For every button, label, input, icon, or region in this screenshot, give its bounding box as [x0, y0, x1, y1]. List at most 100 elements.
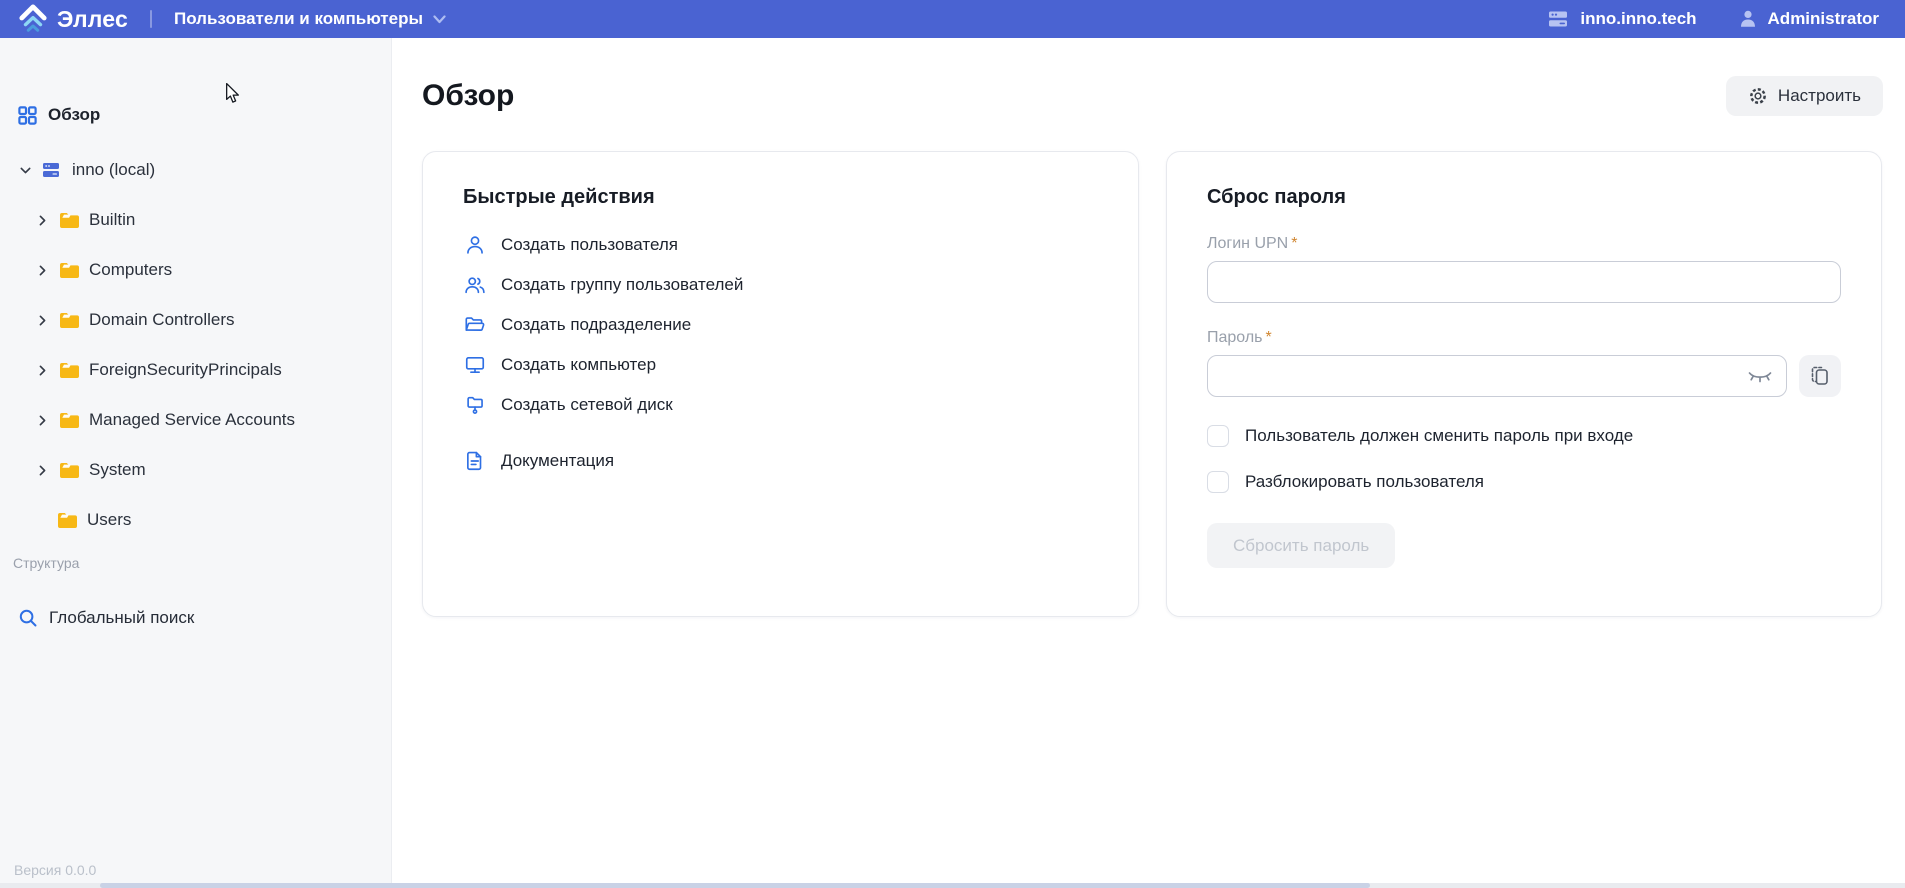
sidebar-item-system[interactable]: System	[0, 445, 391, 495]
quick-actions-title: Быстрые действия	[463, 186, 655, 208]
chevron-right-icon[interactable]	[35, 463, 50, 478]
domain-server-icon	[42, 162, 63, 178]
must-change-password-checkbox[interactable]	[1207, 425, 1229, 447]
unlock-user-checkbox[interactable]	[1207, 471, 1229, 493]
must-change-password-option[interactable]: Пользователь должен сменить пароль при в…	[1207, 425, 1841, 447]
network-drive-icon	[463, 394, 487, 416]
folder-icon	[57, 512, 78, 529]
chevron-right-icon[interactable]	[35, 263, 50, 278]
gear-icon	[1748, 86, 1768, 106]
folder-icon	[59, 212, 80, 229]
app-name: Эллес	[57, 5, 128, 32]
user-menu[interactable]: Administrator	[1739, 9, 1879, 29]
module-switcher[interactable]: Пользователи и компьютеры	[174, 9, 446, 29]
module-title: Пользователи и компьютеры	[174, 9, 423, 28]
create-user-group-action[interactable]: Создать группу пользователей	[463, 265, 1098, 305]
unlock-user-option[interactable]: Разблокировать пользователя	[1207, 471, 1841, 493]
sidebar: Обзор inno (local) Builtin Computers Dom…	[0, 38, 392, 888]
server-icon	[1547, 9, 1569, 29]
create-user-action[interactable]: Создать пользователя	[463, 225, 1098, 265]
must-change-password-label[interactable]: Пользователь должен сменить пароль при в…	[1245, 426, 1633, 446]
upn-label: Логин UPN *	[1207, 235, 1298, 252]
upn-input[interactable]	[1207, 261, 1841, 303]
action-label: Создать группу пользователей	[501, 275, 744, 294]
sidebar-item-domain-root[interactable]: inno (local)	[0, 145, 391, 195]
chevron-right-icon[interactable]	[35, 213, 50, 228]
sidebar-item-foreign-security-principals[interactable]: ForeignSecurityPrincipals	[0, 345, 391, 395]
folder-icon	[59, 362, 80, 379]
tree-item-label: Managed Service Accounts	[89, 410, 296, 429]
configure-button[interactable]: Настроить	[1725, 76, 1883, 116]
create-computer-action[interactable]: Создать компьютер	[463, 345, 1098, 385]
sidebar-item-users[interactable]: Users	[0, 495, 391, 545]
folder-icon	[59, 462, 80, 479]
user-name: Administrator	[1767, 9, 1879, 28]
password-reset-card: Сброс пароля Логин UPN * Пароль * Пользо…	[1166, 151, 1882, 617]
top-bar: Эллес Пользователи и компьютеры inno.inn…	[0, 0, 1905, 38]
user-group-icon	[463, 274, 487, 296]
structure-section-label: Структура	[13, 555, 80, 571]
app-logo[interactable]: Эллес	[18, 4, 128, 34]
chevron-down-icon	[433, 14, 446, 24]
create-network-drive-action[interactable]: Создать сетевой диск	[463, 385, 1098, 425]
tree-item-label: Computers	[89, 260, 173, 279]
required-mark: *	[1265, 329, 1272, 346]
computer-icon	[463, 354, 487, 376]
tree-item-label: Builtin	[89, 210, 136, 229]
sidebar-item-builtin[interactable]: Builtin	[0, 195, 391, 245]
folder-icon	[59, 412, 80, 429]
app-version: Версия 0.0.0	[14, 862, 97, 878]
create-org-unit-action[interactable]: Создать подразделение	[463, 305, 1098, 345]
documentation-link[interactable]: Документация	[463, 441, 1098, 481]
open-folder-icon	[463, 314, 487, 336]
user-icon	[463, 234, 487, 256]
password-reset-title: Сброс пароля	[1207, 186, 1346, 208]
sidebar-item-managed-service-accounts[interactable]: Managed Service Accounts	[0, 395, 391, 445]
dashboard-grid-icon	[18, 105, 37, 125]
copy-icon	[1810, 365, 1830, 387]
quick-actions-card: Быстрые действия Создать пользователя Со…	[422, 151, 1139, 617]
horizontal-scrollbar-track	[0, 883, 1905, 888]
horizontal-scrollbar-thumb[interactable]	[100, 883, 1370, 888]
reset-password-button[interactable]: Сбросить пароль	[1207, 523, 1396, 568]
configure-button-label: Настроить	[1777, 86, 1861, 105]
chevron-down-icon[interactable]	[18, 163, 33, 178]
password-label: Пароль *	[1207, 329, 1272, 346]
eye-closed-icon	[1747, 368, 1773, 385]
action-label: Создать подразделение	[501, 315, 692, 334]
action-label: Создать компьютер	[501, 355, 657, 374]
page-title: Обзор	[422, 79, 515, 112]
search-icon	[18, 608, 38, 628]
toggle-password-visibility-button[interactable]	[1747, 368, 1773, 385]
user-icon	[1739, 9, 1757, 29]
required-mark: *	[1291, 235, 1298, 252]
main-content: Обзор Настроить Быстрые действия Создать…	[392, 38, 1905, 888]
tree-item-label: Users	[87, 510, 132, 529]
chevron-right-icon[interactable]	[35, 313, 50, 328]
global-search-label: Глобальный поиск	[49, 608, 195, 627]
tree-item-label: ForeignSecurityPrincipals	[89, 360, 282, 379]
domain-name: inno.inno.tech	[1580, 9, 1697, 28]
elles-logo-icon	[18, 4, 48, 34]
document-icon	[463, 450, 487, 472]
action-label: Создать сетевой диск	[501, 395, 673, 414]
documentation-label: Документация	[501, 451, 615, 470]
global-search[interactable]: Глобальный поиск	[0, 593, 391, 643]
chevron-right-icon[interactable]	[35, 413, 50, 428]
unlock-user-label[interactable]: Разблокировать пользователя	[1245, 472, 1484, 492]
chevron-right-icon[interactable]	[35, 363, 50, 378]
action-label: Создать пользователя	[501, 235, 678, 254]
tree-item-label: System	[89, 460, 146, 479]
sidebar-overview-label: Обзор	[48, 105, 101, 124]
sidebar-item-domain-controllers[interactable]: Domain Controllers	[0, 295, 391, 345]
tree-item-label: Domain Controllers	[89, 310, 235, 329]
tree-item-label: inno (local)	[72, 160, 156, 179]
header-divider	[150, 10, 152, 28]
folder-icon	[59, 262, 80, 279]
domain-indicator[interactable]: inno.inno.tech	[1547, 9, 1697, 29]
sidebar-item-overview[interactable]: Обзор	[0, 90, 391, 140]
sidebar-item-computers[interactable]: Computers	[0, 245, 391, 295]
copy-password-button[interactable]	[1799, 355, 1841, 397]
password-input[interactable]	[1207, 355, 1787, 397]
folder-icon	[59, 312, 80, 329]
